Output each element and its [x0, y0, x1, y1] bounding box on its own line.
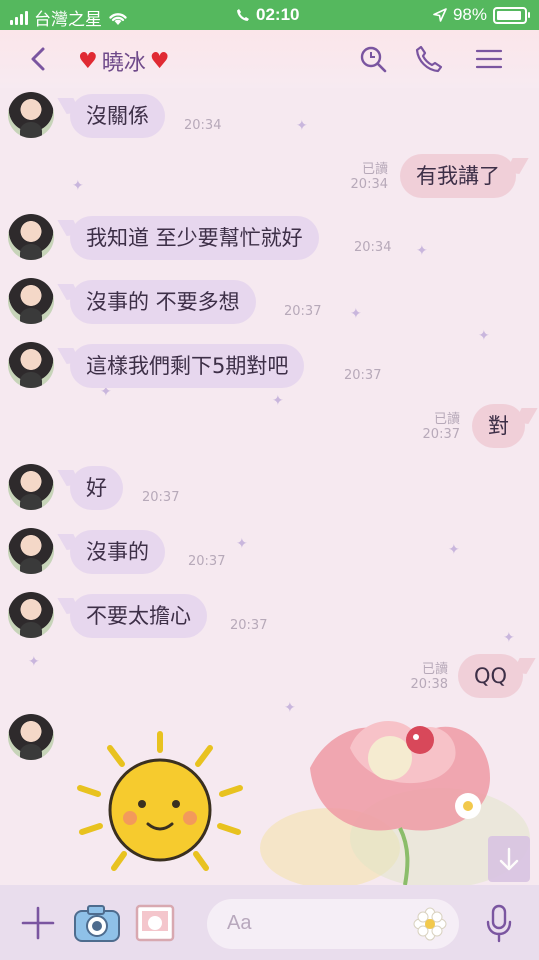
message-bubble[interactable]: 我知道 至少要幫忙就好 [70, 216, 319, 260]
photo-icon[interactable] [134, 903, 176, 943]
avatar[interactable] [8, 714, 54, 760]
status-bar: 台灣之星 02:10 98% [0, 0, 539, 30]
plus-icon[interactable] [20, 905, 56, 941]
heart-icon: ♥ [149, 48, 170, 74]
sparkle-icon: ✦ [296, 118, 308, 134]
sparkle-icon: ✦ [72, 178, 84, 194]
avatar[interactable] [8, 342, 54, 388]
message-bubble[interactable]: 不要太擔心 [70, 594, 207, 638]
message-toolbar: Aa [0, 885, 539, 960]
sparkle-icon: ✦ [236, 536, 248, 552]
status-left: 台灣之星 [10, 5, 128, 30]
carrier-label: 台灣之星 [34, 10, 102, 29]
chat-header: ♥ 曉冰 ♥ [0, 30, 539, 88]
contact-name: 曉冰 [101, 51, 146, 76]
chat-title[interactable]: ♥ 曉冰 ♥ [78, 45, 169, 77]
status-center: 02:10 [236, 5, 299, 25]
chat-area[interactable]: ✦ ✦ ✦ ✦ ✦ ✦ ✦ ✦ ✦ ✦ ✦ ✦ 沒關係 20:34 已讀 20:3… [0, 88, 539, 885]
phone-icon[interactable] [414, 44, 444, 74]
flower-emoji-icon[interactable] [413, 907, 447, 941]
battery-icon [493, 6, 530, 24]
message-time: 20:37 [142, 490, 180, 505]
avatar[interactable] [8, 528, 54, 574]
status-right: 98% [433, 5, 530, 25]
message-time: 20:37 [230, 618, 268, 633]
message-bubble[interactable]: 沒事的 不要多想 [70, 280, 256, 324]
back-arrow-icon[interactable] [24, 44, 54, 74]
arrow-down-icon [499, 847, 519, 871]
sparkle-icon: ✦ [272, 393, 284, 409]
message-bubble[interactable]: 好 [70, 466, 123, 510]
message-bubble[interactable]: 對 [472, 404, 525, 448]
search-icon[interactable] [358, 44, 388, 74]
sparkle-icon: ✦ [28, 654, 40, 670]
wifi-icon [109, 12, 127, 25]
read-receipt: 已讀 20:34 [350, 162, 388, 192]
status-time: 02:10 [256, 5, 300, 24]
sparkle-icon: ✦ [448, 542, 460, 558]
signal-icon [10, 10, 28, 25]
message-input[interactable]: Aa [207, 899, 459, 949]
message-time: 20:37 [188, 554, 226, 569]
heart-icon: ♥ [78, 48, 98, 74]
camera-icon[interactable] [72, 903, 122, 945]
microphone-icon[interactable] [483, 903, 515, 943]
sparkle-icon: ✦ [503, 630, 515, 646]
message-bubble[interactable]: 有我講了 [400, 154, 516, 198]
message-bubble[interactable]: 這樣我們剩下5期對吧 [70, 344, 305, 388]
avatar[interactable] [8, 278, 54, 324]
message-input-placeholder: Aa [227, 912, 252, 934]
location-arrow-icon [433, 8, 447, 22]
scroll-down-button[interactable] [488, 836, 530, 882]
message-time: 20:34 [184, 118, 222, 133]
message-time: 20:37 [344, 368, 382, 383]
avatar[interactable] [8, 92, 54, 138]
sparkle-icon: ✦ [416, 243, 428, 259]
message-time: 20:34 [354, 240, 392, 255]
avatar[interactable] [8, 464, 54, 510]
sun-sticker [77, 731, 243, 871]
avatar[interactable] [8, 592, 54, 638]
phone-call-icon [237, 9, 249, 21]
sparkle-icon: ✦ [350, 306, 362, 322]
menu-icon[interactable] [474, 44, 504, 74]
battery-percent: 98% [452, 5, 487, 24]
avatar[interactable] [8, 214, 54, 260]
message-time: 20:37 [284, 304, 322, 319]
message-bubble[interactable]: 沒事的 [70, 530, 165, 574]
sparkle-icon: ✦ [478, 328, 490, 344]
read-receipt: 已讀 20:37 [422, 412, 460, 442]
message-bubble[interactable]: 沒關係 [70, 94, 165, 138]
